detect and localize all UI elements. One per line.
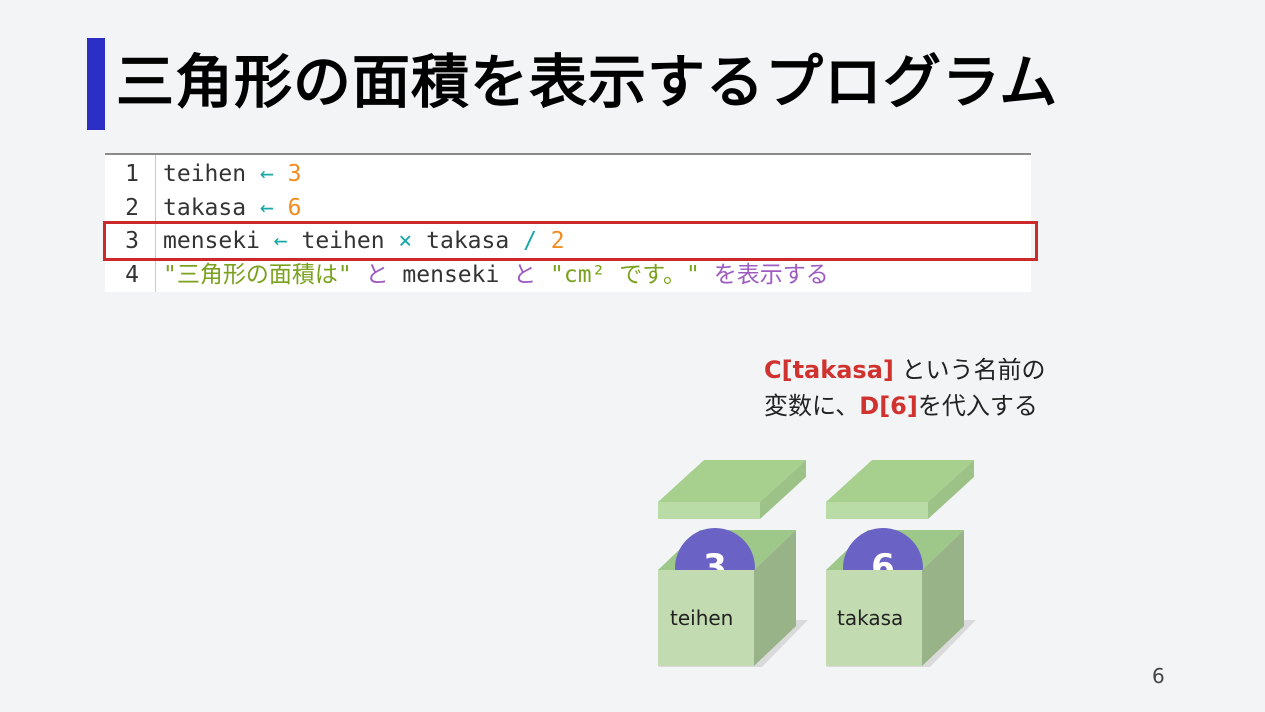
caption-text-1: という名前の (893, 356, 1046, 384)
caption-line-2: 変数に、D[6]を代入する (764, 388, 1164, 424)
box-label-teihen: teihen (670, 606, 734, 630)
title-accent-bar (87, 38, 105, 130)
code-token: menseki (388, 261, 514, 288)
caption-text-3: を代入する (917, 392, 1038, 420)
code-token: ← (259, 161, 274, 187)
highlighted-line-frame (103, 221, 1038, 261)
box-label-takasa: takasa (837, 606, 904, 630)
code-token: takasa (163, 194, 260, 221)
code-line: 4 "三角形の面積は" と menseki と "cm² です。" を表示する (105, 258, 829, 292)
page-number: 6 (1152, 664, 1165, 688)
caption-line-1: C[takasa] という名前の (764, 352, 1164, 388)
code-token: teihen (163, 161, 260, 187)
code-token: "cm² です。" (550, 261, 700, 288)
variable-box-teihen: 3 (658, 460, 808, 667)
slide-title: 三角形の面積を表示するプログラム (116, 48, 1059, 116)
line-number: 2 (125, 194, 139, 221)
variable-box-takasa: 6 (826, 460, 976, 667)
line-number: 4 (125, 261, 139, 288)
code-token: 6 (287, 194, 302, 221)
code-token: "三角形の面積は" (163, 261, 352, 288)
caption-value-token: D[6] (859, 392, 918, 420)
code-source: teihen ← 3 (163, 157, 302, 191)
box-lid-front (658, 502, 760, 519)
code-source: "三角形の面積は" と menseki と "cm² です。" を表示する (163, 258, 829, 292)
caption-text-2: 変数に、 (764, 392, 860, 420)
code-token: と (513, 261, 537, 288)
code-source: takasa ← 6 (163, 191, 302, 225)
code-line: 2 takasa ← 6 (105, 191, 301, 225)
code-token: を表示する (713, 261, 829, 288)
code-line: 1 teihen ← 3 (105, 157, 301, 191)
line-number: 1 (125, 161, 139, 187)
code-token: 3 (287, 161, 302, 187)
caption: C[takasa] という名前の 変数に、D[6]を代入する (764, 352, 1164, 424)
box-lid-front (826, 502, 928, 519)
caption-variable-token: C[takasa] (764, 356, 894, 384)
code-token: と (365, 261, 389, 288)
variable-boxes-illustration: 3 6 (658, 460, 976, 667)
code-token: ← (259, 194, 274, 221)
